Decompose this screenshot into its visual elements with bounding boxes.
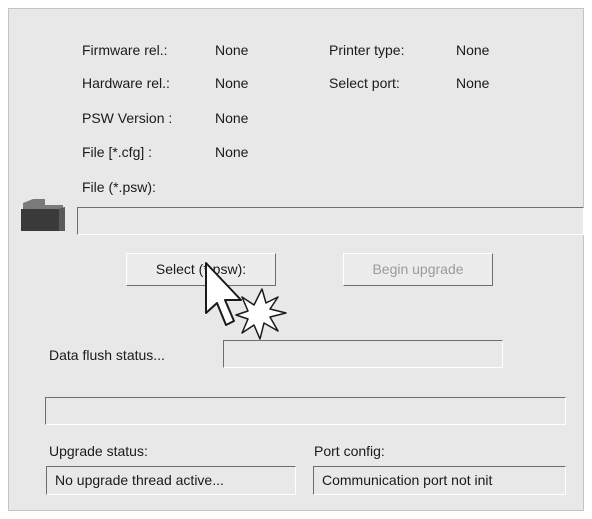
hardware-value: None: [215, 75, 249, 91]
folder-icon[interactable]: [19, 197, 67, 233]
data-flush-label: Data flush status...: [49, 347, 165, 363]
upgrade-progress-bar: [45, 397, 566, 425]
cfg-file-value: None: [215, 144, 249, 160]
begin-upgrade-button[interactable]: Begin upgrade: [343, 253, 493, 286]
firmware-label: Firmware rel.:: [82, 42, 168, 58]
printer-type-label: Printer type:: [329, 42, 405, 58]
upgrade-status-field: No upgrade thread active...: [46, 466, 296, 495]
click-overlay: [205, 262, 287, 340]
printer-type-value: None: [456, 42, 490, 58]
upgrade-status-label: Upgrade status:: [49, 443, 148, 459]
psw-file-label: File (*.psw):: [82, 179, 156, 195]
psw-version-label: PSW Version :: [82, 110, 173, 126]
cfg-file-label: File [*.cfg] :: [82, 144, 153, 160]
select-port-label: Select port:: [329, 75, 400, 91]
click-burst-icon: [235, 288, 287, 340]
port-config-label: Port config:: [314, 443, 385, 459]
hardware-label: Hardware rel.:: [82, 75, 170, 91]
firmware-value: None: [215, 42, 249, 58]
port-config-field: Communication port not init: [313, 466, 566, 495]
select-port-value: None: [456, 75, 490, 91]
psw-version-value: None: [215, 110, 249, 126]
psw-file-path-field[interactable]: [77, 207, 584, 235]
